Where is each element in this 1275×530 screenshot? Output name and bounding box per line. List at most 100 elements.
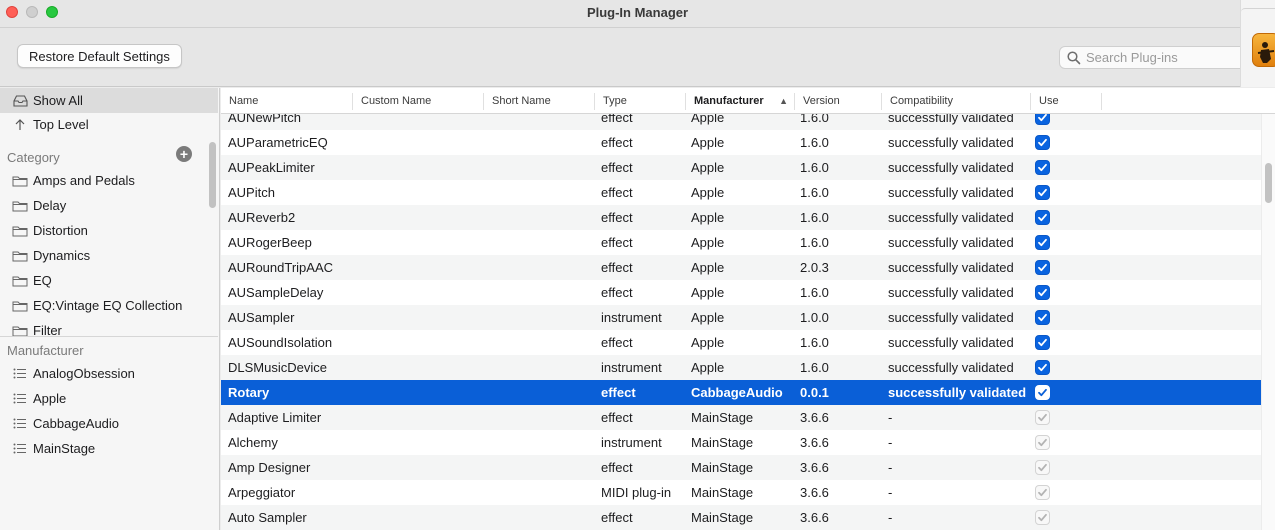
- table-row[interactable]: Arpeggiator MIDI plug-in MainStage 3.6.6 -: [221, 480, 1261, 505]
- use-checkbox[interactable]: [1035, 360, 1050, 375]
- cell-short-name[interactable]: [491, 430, 596, 455]
- cell-custom-name[interactable]: [360, 505, 485, 530]
- cell-short-name[interactable]: [491, 205, 596, 230]
- category-item[interactable]: EQ:Vintage EQ Collection: [0, 293, 206, 318]
- cell-short-name[interactable]: [491, 130, 596, 155]
- cell-custom-name[interactable]: [360, 205, 485, 230]
- cell-custom-name[interactable]: [360, 255, 485, 280]
- search-field[interactable]: [1059, 46, 1249, 69]
- scrollbar-thumb[interactable]: [209, 142, 216, 208]
- category-item[interactable]: Filter: [0, 318, 206, 336]
- cell-short-name[interactable]: [491, 230, 596, 255]
- table-row[interactable]: Alchemy instrument MainStage 3.6.6 -: [221, 430, 1261, 455]
- restore-default-settings-button[interactable]: Restore Default Settings: [17, 44, 182, 68]
- column-header-name[interactable]: Name: [221, 93, 352, 110]
- checkmark-icon: [1038, 513, 1047, 522]
- table-row[interactable]: AUSampleDelay effect Apple 1.6.0 successfull…: [221, 280, 1261, 305]
- table-scrollbar[interactable]: [1261, 114, 1275, 530]
- use-checkbox[interactable]: [1035, 210, 1050, 225]
- cell-custom-name[interactable]: [360, 405, 485, 430]
- cell-name: AURogerBeep: [228, 235, 312, 250]
- cell-custom-name[interactable]: [360, 305, 485, 330]
- search-input[interactable]: [1086, 50, 1226, 65]
- use-checkbox[interactable]: [1035, 310, 1050, 325]
- cell-custom-name[interactable]: [360, 430, 485, 455]
- cell-custom-name[interactable]: [360, 330, 485, 355]
- cell-custom-name[interactable]: [360, 480, 485, 505]
- column-header-version[interactable]: Version: [794, 93, 881, 110]
- cell-version: 3.6.6: [800, 435, 829, 450]
- cell-custom-name[interactable]: [360, 355, 485, 380]
- cell-short-name[interactable]: [491, 255, 596, 280]
- category-item[interactable]: Amps and Pedals: [0, 168, 206, 193]
- table-row[interactable]: Rotary effect CabbageAudio 0.0.1 successfull…: [221, 380, 1261, 405]
- manufacturer-item[interactable]: CabbageAudio: [0, 411, 218, 436]
- cell-compatibility: successfully validated: [888, 360, 1014, 375]
- cell-custom-name[interactable]: [360, 455, 485, 480]
- use-checkbox[interactable]: [1035, 385, 1050, 400]
- cell-short-name[interactable]: [491, 480, 596, 505]
- cell-type: effect: [601, 135, 633, 150]
- manufacturer-item[interactable]: Apple: [0, 386, 218, 411]
- cell-custom-name[interactable]: [360, 230, 485, 255]
- category-item[interactable]: Dynamics: [0, 243, 206, 268]
- cell-version: 3.6.6: [800, 410, 829, 425]
- table-row[interactable]: AUSampler instrument Apple 1.0.0 successfull…: [221, 305, 1261, 330]
- table-row[interactable]: AURogerBeep effect Apple 1.6.0 successfully …: [221, 230, 1261, 255]
- cell-short-name[interactable]: [491, 305, 596, 330]
- use-checkbox[interactable]: [1035, 335, 1050, 350]
- use-checkbox[interactable]: [1035, 285, 1050, 300]
- use-checkbox[interactable]: [1035, 135, 1050, 150]
- cell-short-name[interactable]: [491, 355, 596, 380]
- mainstage-app-icon[interactable]: [1252, 33, 1275, 67]
- cell-version: 0.0.1: [800, 385, 829, 400]
- column-header-type[interactable]: Type: [594, 93, 685, 110]
- cell-version: 3.6.6: [800, 510, 829, 525]
- category-item[interactable]: Distortion: [0, 218, 206, 243]
- column-header-compatibility[interactable]: Compatibility: [881, 93, 1030, 110]
- table-row[interactable]: AUPitch effect Apple 1.6.0 successfully vali…: [221, 180, 1261, 205]
- cell-custom-name[interactable]: [360, 380, 485, 405]
- scrollbar-thumb[interactable]: [1265, 163, 1272, 203]
- add-category-button[interactable]: +: [176, 146, 192, 162]
- cell-short-name[interactable]: [491, 280, 596, 305]
- cell-custom-name[interactable]: [360, 180, 485, 205]
- column-header-custom-name[interactable]: Custom Name: [352, 93, 483, 110]
- column-header-short-name[interactable]: Short Name: [483, 93, 594, 110]
- table-row[interactable]: AUSoundIsolation effect Apple 1.6.0 successf…: [221, 330, 1261, 355]
- table-row[interactable]: Amp Designer effect MainStage 3.6.6 -: [221, 455, 1261, 480]
- column-header-manufacturer[interactable]: Manufacturer ▲: [685, 93, 794, 110]
- table-row[interactable]: AUPeakLimiter effect Apple 1.6.0 successfull…: [221, 155, 1261, 180]
- use-checkbox[interactable]: [1035, 185, 1050, 200]
- cell-short-name[interactable]: [491, 330, 596, 355]
- category-scrollbar[interactable]: [208, 142, 218, 336]
- table-row[interactable]: DLSMusicDevice instrument Apple 1.6.0 succes…: [221, 355, 1261, 380]
- table-row[interactable]: AUReverb2 effect Apple 1.6.0 successfully va…: [221, 205, 1261, 230]
- sidebar-item-show-all[interactable]: Show All: [0, 88, 218, 113]
- use-checkbox: [1035, 435, 1050, 450]
- use-checkbox[interactable]: [1035, 160, 1050, 175]
- sidebar-item-top-level[interactable]: Top Level: [0, 112, 218, 137]
- cell-short-name[interactable]: [491, 405, 596, 430]
- column-header-use[interactable]: Use: [1030, 93, 1102, 110]
- manufacturer-item[interactable]: AnalogObsession: [0, 361, 218, 386]
- cell-short-name[interactable]: [491, 505, 596, 530]
- table-row[interactable]: AUParametricEQ effect Apple 1.6.0 successful…: [221, 130, 1261, 155]
- table-row[interactable]: Adaptive Limiter effect MainStage 3.6.6 -: [221, 405, 1261, 430]
- use-checkbox[interactable]: [1035, 235, 1050, 250]
- folder-icon: [12, 274, 28, 288]
- cell-short-name[interactable]: [491, 180, 596, 205]
- use-checkbox[interactable]: [1035, 260, 1050, 275]
- cell-manufacturer: Apple: [691, 260, 725, 275]
- cell-short-name[interactable]: [491, 155, 596, 180]
- table-row[interactable]: AURoundTripAAC effect Apple 2.0.3 successful…: [221, 255, 1261, 280]
- table-row[interactable]: Auto Sampler effect MainStage 3.6.6 -: [221, 505, 1261, 530]
- cell-custom-name[interactable]: [360, 280, 485, 305]
- category-item[interactable]: EQ: [0, 268, 206, 293]
- cell-custom-name[interactable]: [360, 155, 485, 180]
- category-item[interactable]: Delay: [0, 193, 206, 218]
- cell-short-name[interactable]: [491, 380, 596, 405]
- cell-custom-name[interactable]: [360, 130, 485, 155]
- cell-short-name[interactable]: [491, 455, 596, 480]
- manufacturer-item[interactable]: MainStage: [0, 436, 218, 461]
